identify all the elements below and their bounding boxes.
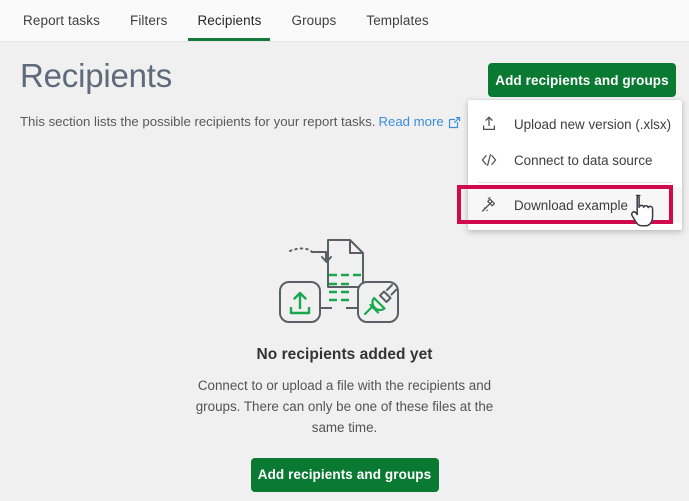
menu-item-label: Download example xyxy=(510,198,628,213)
upload-icon xyxy=(480,115,510,133)
menu-item-upload-new-version[interactable]: Upload new version (.xlsx) xyxy=(468,106,682,142)
add-recipients-and-groups-button-bottom[interactable]: Add recipients and groups xyxy=(251,458,439,492)
page-subtitle: This section lists the possible recipien… xyxy=(20,114,461,132)
empty-state: No recipients added yet Connect to or up… xyxy=(0,232,689,492)
app-root: Report tasks Filters Recipients Groups T… xyxy=(0,0,689,501)
tab-label: Filters xyxy=(130,13,167,28)
tab-label: Recipients xyxy=(197,13,261,28)
menu-item-download-example[interactable]: Download example xyxy=(468,187,682,223)
tab-report-tasks[interactable]: Report tasks xyxy=(8,0,115,41)
magic-wand-icon xyxy=(480,196,510,214)
tab-templates[interactable]: Templates xyxy=(351,0,443,41)
tab-recipients[interactable]: Recipients xyxy=(182,0,276,41)
read-more-link[interactable]: Read more xyxy=(378,114,443,129)
tab-label: Templates xyxy=(366,13,428,28)
page-subtitle-text: This section lists the possible recipien… xyxy=(20,114,375,129)
menu-item-label: Connect to data source xyxy=(510,153,652,168)
code-icon xyxy=(480,151,510,169)
external-link-icon xyxy=(448,116,461,132)
tab-groups[interactable]: Groups xyxy=(276,0,351,41)
tab-bar: Report tasks Filters Recipients Groups T… xyxy=(0,0,689,41)
add-recipients-and-groups-button-top[interactable]: Add recipients and groups xyxy=(488,63,676,97)
empty-state-description: Connect to or upload a file with the rec… xyxy=(195,375,495,438)
menu-item-label: Upload new version (.xlsx) xyxy=(510,117,671,132)
empty-state-illustration xyxy=(270,232,420,337)
tab-filters[interactable]: Filters xyxy=(115,0,182,41)
add-recipients-dropdown-menu: Upload new version (.xlsx) Connect to da… xyxy=(468,100,682,230)
tab-list: Report tasks Filters Recipients Groups T… xyxy=(0,0,689,41)
tab-label: Report tasks xyxy=(23,13,100,28)
menu-divider xyxy=(478,182,672,183)
empty-state-title: No recipients added yet xyxy=(0,346,689,364)
menu-item-connect-to-data-source[interactable]: Connect to data source xyxy=(468,142,682,178)
page-title: Recipients xyxy=(20,55,172,97)
read-more-label: Read more xyxy=(378,114,443,129)
tab-label: Groups xyxy=(291,13,336,28)
